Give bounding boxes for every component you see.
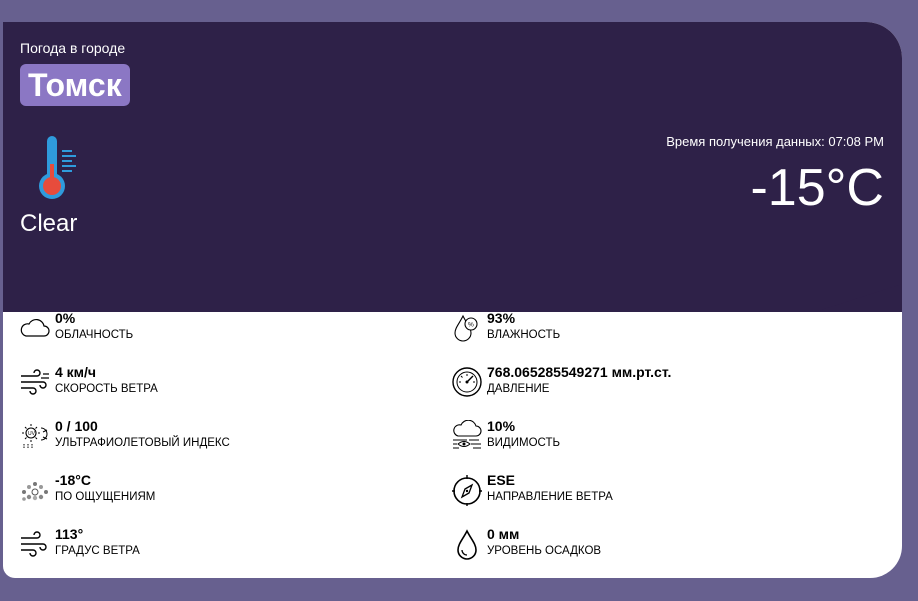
thermometer-icon: [39, 136, 76, 199]
humidity-value: 93%: [487, 310, 516, 326]
wind-degree-value: 113°: [55, 526, 84, 542]
visibility-label: ВИДИМОСТЬ: [487, 437, 561, 449]
feels-like-value: -18°C: [55, 472, 91, 488]
weather-condition: Clear: [20, 210, 78, 237]
gauge-icon: [452, 367, 482, 397]
precipitation-label: УРОВЕНЬ ОСАДКОВ: [487, 545, 602, 557]
weather-card: Погода в городе Томск Clear Время получе…: [3, 22, 902, 578]
precipitation-value: 0 мм: [487, 526, 520, 542]
city-label: Погода в городе: [20, 40, 126, 56]
svg-text:UV: UV: [28, 431, 36, 437]
wind-direction-value: ESE: [487, 472, 516, 488]
uv-index-value: 0 / 100: [55, 418, 98, 434]
wind-icon: [21, 369, 49, 395]
humidity-icon: %: [454, 314, 478, 342]
city-name: Томск: [20, 64, 130, 106]
wind-speed-value: 4 км/ч: [55, 364, 97, 380]
cloud-icon: [20, 318, 50, 337]
current-temperature: -15°C: [750, 159, 884, 217]
wind-degree-label: ГРАДУС ВЕТРА: [55, 545, 140, 557]
uv-icon: UV: [22, 424, 48, 449]
fetch-time: Время получения данных: 07:08 PM: [666, 134, 884, 149]
wind-speed-label: СКОРОСТЬ ВЕТРА: [55, 383, 158, 395]
feels-like-icon: [22, 482, 48, 501]
humidity-label: ВЛАЖНОСТЬ: [487, 329, 561, 341]
visibility-value: 10%: [487, 418, 516, 434]
compass-icon: [452, 475, 482, 506]
pressure-value: 768.065285549271 мм.рт.ст.: [487, 364, 672, 380]
visibility-icon: [453, 420, 482, 449]
wind-direction-label: НАПРАВЛЕНИЕ ВЕТРА: [487, 491, 613, 503]
wind-degree-icon: [21, 531, 47, 557]
feels-like-label: ПО ОЩУЩЕНИЯМ: [55, 491, 156, 503]
droplet-icon: [457, 529, 477, 560]
uv-index-label: УЛЬТРАФИОЛЕТОВЫЙ ИНДЕКС: [55, 437, 230, 449]
cloudiness-value: 0%: [55, 310, 76, 326]
svg-text:%: %: [468, 322, 474, 329]
cloudiness-label: ОБЛАЧНОСТЬ: [55, 329, 134, 341]
pressure-label: ДАВЛЕНИЕ: [487, 383, 550, 395]
